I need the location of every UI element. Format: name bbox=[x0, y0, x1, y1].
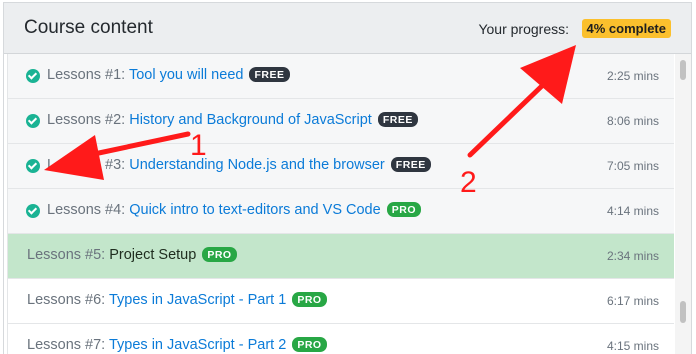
course-content-header: Course content Your progress: 4% complet… bbox=[4, 3, 691, 54]
free-badge: FREE bbox=[249, 67, 290, 82]
lesson-duration: 8:06 mins bbox=[606, 114, 659, 128]
lesson-title-link[interactable]: Quick intro to text-editors and VS Code bbox=[129, 202, 380, 218]
pro-badge: PRO bbox=[292, 292, 327, 307]
lesson-duration: 4:14 mins bbox=[606, 204, 659, 218]
lesson-row[interactable]: Lessons #2: History and Background of Ja… bbox=[7, 99, 674, 144]
lesson-text: Lessons #4: Quick intro to text-editors … bbox=[47, 202, 421, 218]
lesson-text: Lessons #6: Types in JavaScript - Part 1… bbox=[27, 292, 327, 308]
lesson-number: Lessons #5: bbox=[27, 247, 106, 263]
lesson-text: Lessons #3: Understanding Node.js and th… bbox=[47, 157, 431, 173]
pro-badge: PRO bbox=[386, 202, 421, 217]
lesson-number: Lessons #1: bbox=[47, 67, 126, 83]
lesson-row[interactable]: Lessons #4: Quick intro to text-editors … bbox=[7, 189, 674, 234]
lesson-number: Lessons #7: bbox=[27, 337, 106, 353]
lesson-title-link[interactable]: Tool you will need bbox=[129, 67, 243, 83]
completed-check-icon bbox=[26, 69, 40, 83]
progress-badge: 4% complete bbox=[581, 19, 671, 38]
completed-check-icon bbox=[26, 159, 40, 173]
lesson-number: Lessons #4: bbox=[47, 202, 126, 218]
lesson-number: Lessons #6: bbox=[27, 292, 106, 308]
lesson-title-link[interactable]: Project Setup bbox=[109, 247, 196, 263]
lesson-title-link[interactable]: Types in JavaScript - Part 2 bbox=[109, 337, 286, 353]
scrollbar[interactable] bbox=[675, 54, 691, 354]
lesson-duration: 4:15 mins bbox=[606, 339, 659, 353]
pro-badge: PRO bbox=[292, 337, 327, 352]
progress-label: Your progress: bbox=[478, 21, 569, 37]
scrollbar-thumb[interactable] bbox=[680, 60, 686, 80]
lesson-row[interactable]: Lessons #1: Tool you will need FREE 2:25 … bbox=[7, 54, 674, 99]
lesson-text: Lessons #5: Project Setup PRO bbox=[27, 247, 237, 263]
course-content-panel: Course content Your progress: 4% complet… bbox=[3, 2, 692, 354]
lesson-row[interactable]: Lessons #3: Understanding Node.js and th… bbox=[7, 144, 674, 189]
lesson-duration: 2:25 mins bbox=[606, 69, 659, 83]
lesson-row[interactable]: Lessons #6: Types in JavaScript - Part 1… bbox=[7, 279, 674, 324]
lesson-title-link[interactable]: Understanding Node.js and the browser bbox=[129, 157, 385, 173]
lesson-number: Lessons #3: bbox=[47, 157, 126, 173]
scrollbar-thumb-lower[interactable] bbox=[680, 301, 686, 323]
free-badge: FREE bbox=[390, 157, 431, 172]
free-badge: FREE bbox=[377, 112, 418, 127]
pro-badge: PRO bbox=[202, 247, 237, 262]
lesson-text: Lessons #1: Tool you will need FREE bbox=[47, 67, 290, 83]
lesson-number: Lessons #2: bbox=[47, 112, 126, 128]
completed-check-icon bbox=[26, 204, 40, 218]
lesson-row[interactable]: Lessons #7: Types in JavaScript - Part 2… bbox=[7, 324, 674, 354]
lesson-text: Lessons #7: Types in JavaScript - Part 2… bbox=[27, 337, 327, 353]
lesson-row[interactable]: Lessons #5: Project Setup PRO 2:34 mins bbox=[7, 234, 674, 279]
lesson-title-link[interactable]: History and Background of JavaScript bbox=[129, 112, 372, 128]
lesson-text: Lessons #2: History and Background of Ja… bbox=[47, 112, 418, 128]
lesson-list: Lessons #1: Tool you will need FREE 2:25 … bbox=[7, 54, 674, 354]
lesson-duration: 6:17 mins bbox=[606, 294, 659, 308]
lesson-duration: 7:05 mins bbox=[606, 159, 659, 173]
lesson-duration: 2:34 mins bbox=[606, 249, 659, 263]
lesson-title-link[interactable]: Types in JavaScript - Part 1 bbox=[109, 292, 286, 308]
panel-title: Course content bbox=[24, 17, 153, 38]
completed-check-icon bbox=[26, 114, 40, 128]
